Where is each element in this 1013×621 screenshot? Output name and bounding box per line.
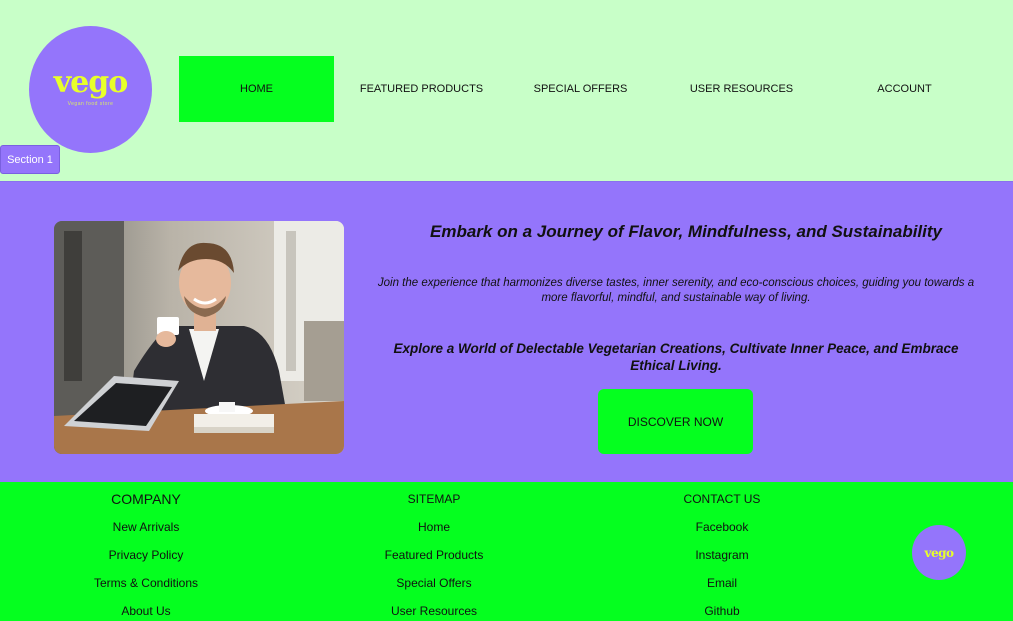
footer-link-about-us[interactable]: About Us bbox=[46, 594, 246, 621]
footer-contact-column: CONTACT US Facebook Instagram Email Gith… bbox=[622, 482, 822, 621]
footer-link-new-arrivals[interactable]: New Arrivals bbox=[46, 510, 246, 538]
site-footer: COMPANY New Arrivals Privacy Policy Term… bbox=[0, 482, 1013, 621]
brand-logo[interactable]: vego Vegan food store bbox=[29, 26, 152, 153]
nav-item-special-offers[interactable]: SPECIAL OFFERS bbox=[503, 56, 658, 122]
nav-item-user-resources[interactable]: USER RESOURCES bbox=[664, 56, 819, 122]
footer-logo[interactable]: vego bbox=[912, 525, 966, 580]
man-with-coffee-image bbox=[54, 221, 344, 454]
footer-link-home[interactable]: Home bbox=[334, 510, 534, 538]
hero-photo bbox=[54, 221, 344, 454]
logo-tagline: Vegan food store bbox=[67, 100, 114, 107]
hero-description: Join the experience that harmonizes dive… bbox=[377, 277, 975, 304]
footer-link-featured-products[interactable]: Featured Products bbox=[334, 538, 534, 566]
footer-link-email[interactable]: Email bbox=[622, 566, 822, 594]
footer-link-special-offers[interactable]: Special Offers bbox=[334, 566, 534, 594]
nav-item-home[interactable]: HOME bbox=[179, 56, 334, 122]
hero-title: Embark on a Journey of Flavor, Mindfulne… bbox=[430, 222, 942, 241]
footer-sitemap-heading: SITEMAP bbox=[407, 492, 461, 506]
footer-sitemap-column: SITEMAP Home Featured Products Special O… bbox=[334, 482, 534, 621]
logo-wordmark: vego bbox=[53, 64, 129, 100]
discover-now-button[interactable]: DISCOVER NOW bbox=[598, 389, 753, 454]
footer-company-column: COMPANY New Arrivals Privacy Policy Term… bbox=[46, 482, 246, 621]
nav-item-account[interactable]: ACCOUNT bbox=[827, 56, 982, 122]
footer-link-instagram[interactable]: Instagram bbox=[622, 538, 822, 566]
hero-section: Embark on a Journey of Flavor, Mindfulne… bbox=[0, 181, 1013, 482]
footer-logo-wordmark: vego bbox=[924, 545, 954, 560]
footer-contact-heading: CONTACT US bbox=[683, 492, 761, 506]
footer-company-heading: COMPANY bbox=[111, 491, 181, 507]
footer-link-terms[interactable]: Terms & Conditions bbox=[46, 566, 246, 594]
footer-link-privacy-policy[interactable]: Privacy Policy bbox=[46, 538, 246, 566]
site-header: vego Vegan food store HOME FEATURED PROD… bbox=[0, 0, 1013, 181]
nav-item-featured-products[interactable]: FEATURED PRODUCTS bbox=[344, 56, 499, 122]
footer-link-facebook[interactable]: Facebook bbox=[622, 510, 822, 538]
footer-link-user-resources[interactable]: User Resources bbox=[334, 594, 534, 621]
section-badge[interactable]: Section 1 bbox=[0, 145, 60, 174]
hero-subtitle: Explore a World of Delectable Vegetarian… bbox=[393, 341, 959, 373]
footer-link-github[interactable]: Github bbox=[622, 594, 822, 621]
